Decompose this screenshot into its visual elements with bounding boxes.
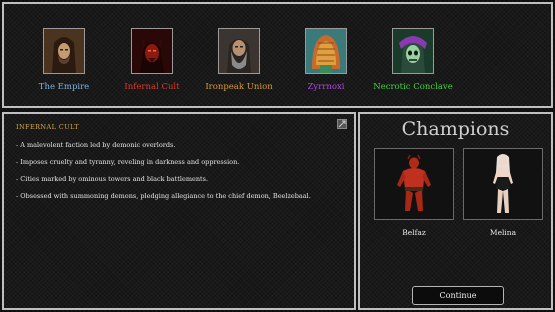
champion-card-belfaz[interactable] <box>374 148 454 220</box>
alien-shell-portrait-icon <box>305 28 347 74</box>
champions-panel: Champions Belfaz Melina Continue <box>358 112 553 310</box>
continue-button[interactable]: Continue <box>412 286 504 305</box>
faction-necrotic-conclave[interactable]: Necrotic Conclave <box>358 28 468 92</box>
skull-lich-portrait-icon <box>392 28 434 74</box>
red-demon-figure-icon <box>375 149 453 219</box>
faction-lore-panel: INFERNAL CULT - A malevolent faction led… <box>2 112 356 310</box>
champion-name: Melina <box>489 228 517 237</box>
champions-heading: Champions <box>401 118 510 140</box>
pale-woman-figure-icon <box>464 149 542 219</box>
hooded-emperor-portrait-icon <box>43 28 85 74</box>
bearded-dwarf-portrait-icon <box>218 28 260 74</box>
faction-selection-panel: The Empire Infernal Cult Ironpeak Union … <box>2 2 553 108</box>
champion-card-melina[interactable] <box>463 148 543 220</box>
faction-name: Necrotic Conclave <box>373 82 453 92</box>
lore-line: - Cities marked by ominous towers and bl… <box>16 175 209 183</box>
lore-title: INFERNAL CULT <box>16 123 79 131</box>
demon-portrait-icon <box>131 28 173 74</box>
lore-line: - Imposes cruelty and tyranny, reveling … <box>16 158 240 166</box>
lore-line: - A malevolent faction led by demonic ov… <box>16 141 176 149</box>
expand-icon[interactable] <box>337 119 347 129</box>
lore-line: - Obsessed with summoning demons, pledgi… <box>16 192 311 200</box>
champion-name: Belfaz <box>402 228 426 237</box>
